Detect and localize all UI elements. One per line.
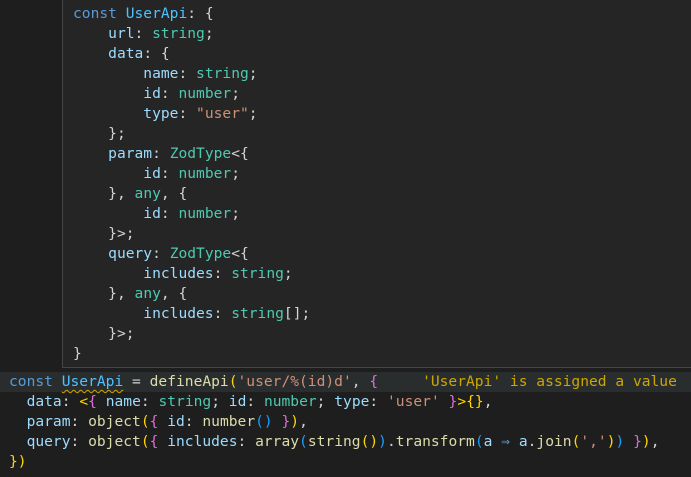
hover-code-line: id: number; — [143, 205, 240, 222]
editor-code-line[interactable]: query: object({ includes: array(string()… — [0, 432, 691, 452]
hover-code-line: type: "user"; — [143, 105, 258, 122]
inline-diagnostic-message: 'UserApi' is assigned a value — [378, 373, 677, 390]
code-editor[interactable]: const UserApi = defineApi('user/%(id)d',… — [0, 372, 691, 472]
editor-code-line[interactable]: data: <{ name: string; id: number; type:… — [0, 392, 691, 412]
hover-code-line: }, any, { — [108, 285, 188, 302]
hover-type-signature: const UserApi: { url: string; data: { na… — [73, 4, 310, 364]
editor-code-line[interactable]: }) — [0, 452, 691, 472]
hover-code-line: url: string; — [108, 25, 214, 42]
warning-squiggle[interactable]: UserApi — [62, 373, 124, 390]
hover-code-line: name: string; — [143, 65, 258, 82]
hover-code-line: param: ZodType<{ — [108, 145, 249, 162]
hover-tooltip: const UserApi: { url: string; data: { na… — [62, 0, 691, 368]
editor-code-line[interactable]: param: object({ id: number() }), — [0, 412, 691, 432]
hover-code-line: id: number; — [143, 165, 240, 182]
hover-code-line: includes: string; — [143, 265, 293, 282]
hover-code-line: }>; — [108, 225, 135, 242]
hover-code-line: const UserApi: { — [73, 5, 214, 22]
hover-code-line: }>; — [108, 325, 135, 342]
hover-code-line: includes: string[]; — [143, 305, 311, 322]
hover-code-line: } — [73, 345, 82, 362]
hover-code-line: id: number; — [143, 85, 240, 102]
hover-code-line: }; — [108, 125, 126, 142]
hover-code-line: }, any, { — [108, 185, 188, 202]
hover-code-line: data: { — [108, 45, 170, 62]
editor-code-line[interactable]: const UserApi = defineApi('user/%(id)d',… — [0, 372, 691, 392]
hover-code-line: query: ZodType<{ — [108, 245, 249, 262]
